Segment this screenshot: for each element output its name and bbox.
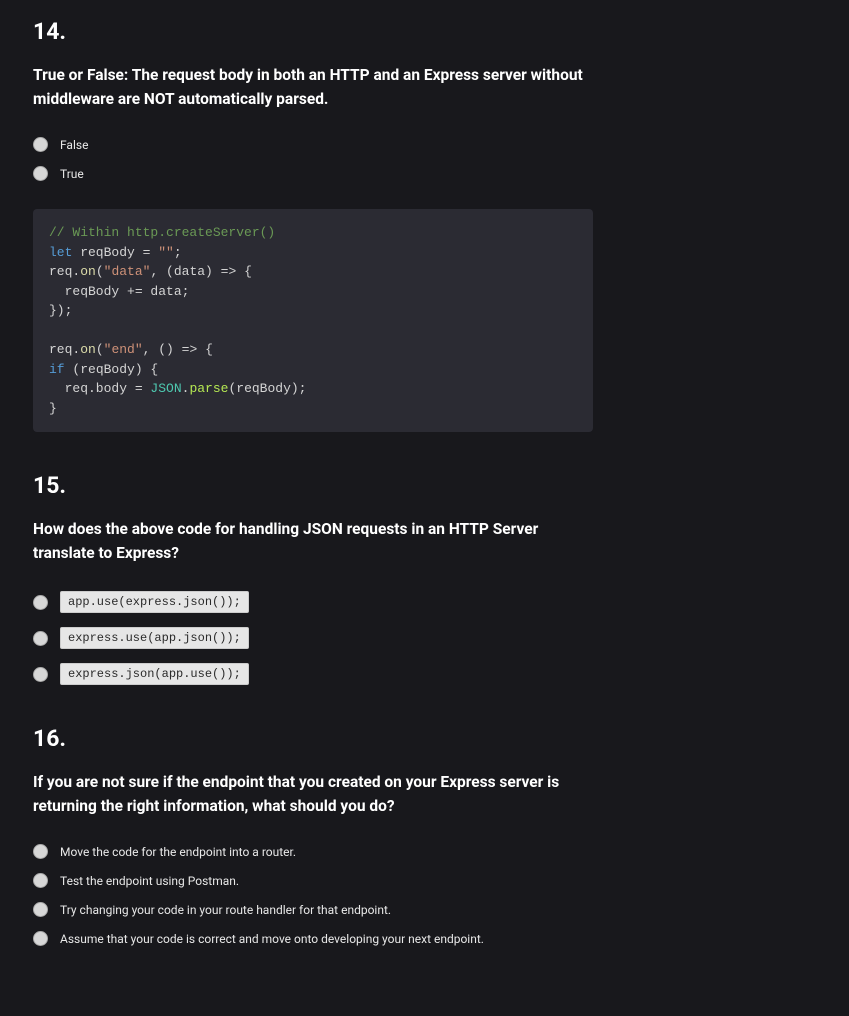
code-text: req.	[49, 342, 80, 357]
option-label: Assume that your code is correct and mov…	[60, 932, 484, 946]
option-row[interactable]: Try changing your code in your route han…	[33, 902, 816, 917]
question-15: 15. How does the above code for handling…	[33, 472, 816, 685]
question-number: 16.	[33, 725, 816, 752]
code-string: "data"	[104, 264, 151, 279]
radio-icon[interactable]	[33, 931, 48, 946]
code-keyword: let	[49, 245, 72, 260]
code-text: (	[96, 342, 104, 357]
option-row[interactable]: express.use(app.json());	[33, 627, 816, 649]
code-method: on	[80, 342, 96, 357]
option-row[interactable]: True	[33, 166, 816, 181]
option-code-label: express.use(app.json());	[60, 627, 249, 649]
option-code-label: app.use(express.json());	[60, 591, 249, 613]
code-text: , (data) => {	[150, 264, 251, 279]
option-label: Try changing your code in your route han…	[60, 903, 391, 917]
code-snippet: // Within http.createServer() let reqBod…	[33, 209, 593, 432]
code-string: "end"	[104, 342, 143, 357]
option-row[interactable]: express.json(app.use());	[33, 663, 816, 685]
code-string: ""	[158, 245, 174, 260]
radio-icon[interactable]	[33, 137, 48, 152]
radio-icon[interactable]	[33, 631, 48, 646]
code-method: on	[80, 264, 96, 279]
code-text: (	[96, 264, 104, 279]
code-text: });	[49, 303, 72, 318]
option-label: Test the endpoint using Postman.	[60, 874, 239, 888]
question-14: 14. True or False: The request body in b…	[33, 18, 816, 432]
code-text: req.body =	[49, 381, 150, 396]
option-row[interactable]: Move the code for the endpoint into a ro…	[33, 844, 816, 859]
question-number: 15.	[33, 472, 816, 499]
radio-icon[interactable]	[33, 844, 48, 859]
radio-icon[interactable]	[33, 166, 48, 181]
question-text: True or False: The request body in both …	[33, 63, 593, 111]
code-method: parse	[189, 381, 228, 396]
code-text: req.	[49, 264, 80, 279]
option-label: Move the code for the endpoint into a ro…	[60, 845, 296, 859]
question-16: 16. If you are not sure if the endpoint …	[33, 725, 816, 946]
code-text: reqBody =	[72, 245, 158, 260]
code-text: (reqBody);	[228, 381, 306, 396]
option-row[interactable]: app.use(express.json());	[33, 591, 816, 613]
radio-icon[interactable]	[33, 595, 48, 610]
radio-icon[interactable]	[33, 667, 48, 682]
question-text: How does the above code for handling JSO…	[33, 517, 593, 565]
code-text: ;	[174, 245, 182, 260]
option-code-label: express.json(app.use());	[60, 663, 249, 685]
code-text: (reqBody) {	[65, 362, 159, 377]
code-text: , () => {	[143, 342, 213, 357]
question-number: 14.	[33, 18, 816, 45]
option-row[interactable]: False	[33, 137, 816, 152]
option-row[interactable]: Assume that your code is correct and mov…	[33, 931, 816, 946]
code-comment: // Within http.createServer()	[49, 225, 275, 240]
code-text: }	[49, 401, 57, 416]
radio-icon[interactable]	[33, 902, 48, 917]
question-text: If you are not sure if the endpoint that…	[33, 770, 593, 818]
radio-icon[interactable]	[33, 873, 48, 888]
code-text: reqBody += data;	[49, 284, 189, 299]
option-row[interactable]: Test the endpoint using Postman.	[33, 873, 816, 888]
option-label: True	[60, 167, 84, 181]
code-class: JSON	[150, 381, 181, 396]
code-keyword: if	[49, 362, 65, 377]
option-label: False	[60, 138, 88, 152]
